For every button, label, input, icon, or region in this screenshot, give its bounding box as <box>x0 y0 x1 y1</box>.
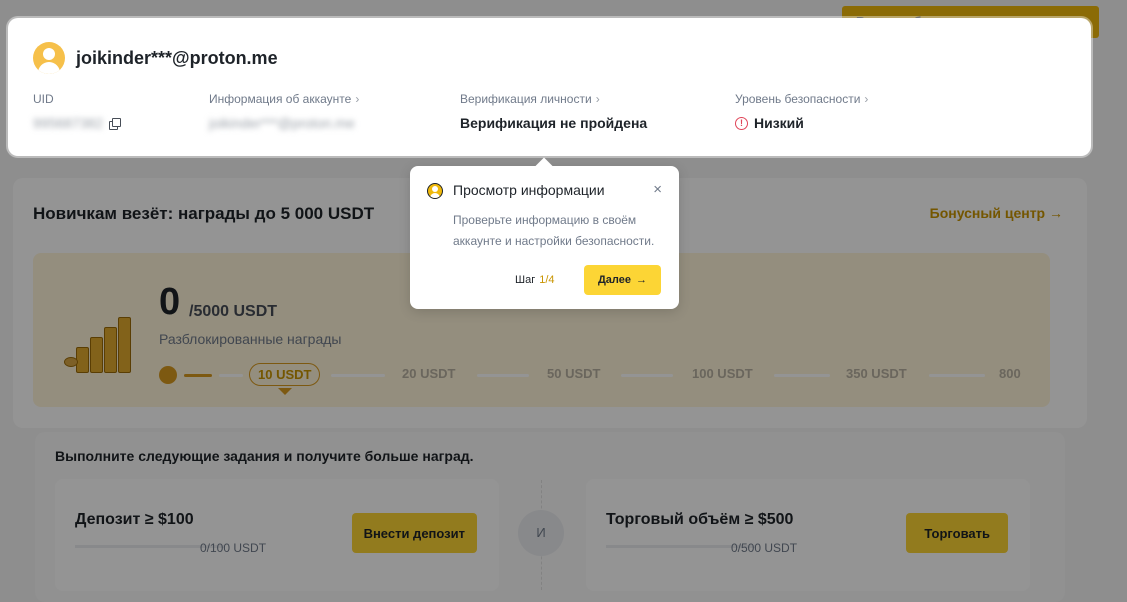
security-level-block[interactable]: Уровень безопасности › ! Низкий <box>735 92 868 131</box>
verification-status: Верификация не пройдена <box>460 115 648 131</box>
account-email: joikinder***@proton.me <box>76 48 278 68</box>
step-label: Шаг <box>515 274 536 286</box>
chevron-right-icon: › <box>355 92 360 106</box>
account-info-block[interactable]: Информация об аккаунте › joikinder***@pro… <box>209 92 359 131</box>
account-info-value: joikinder***@proton.me <box>209 115 355 131</box>
security-level-label: Уровень безопасности <box>735 92 861 106</box>
warning-icon: ! <box>735 116 748 130</box>
next-button[interactable]: Далее → <box>584 265 661 295</box>
copy-icon[interactable] <box>109 117 122 130</box>
account-card: joikinder***@proton.me UID 995687382 Инф… <box>8 18 1091 156</box>
chevron-right-icon: › <box>864 92 869 106</box>
chevron-right-icon: › <box>595 92 600 106</box>
arrow-right-icon: → <box>636 274 648 286</box>
verification-block[interactable]: Верификация личности › Верификация не про… <box>460 92 647 131</box>
uid-block: UID 995687382 <box>33 92 122 131</box>
next-button-label: Далее <box>597 274 632 286</box>
step-value: 1/4 <box>539 274 555 286</box>
user-info-icon <box>427 183 443 199</box>
verification-label: Верификация личности <box>460 92 592 106</box>
close-icon[interactable]: × <box>653 181 662 198</box>
popup-title: Просмотр информации <box>453 182 605 198</box>
account-info-label: Информация об аккаунте <box>209 92 352 106</box>
uid-value: 995687382 <box>33 115 104 131</box>
avatar[interactable] <box>33 42 65 74</box>
popup-description: Проверьте информацию в своём аккаунте и … <box>453 213 655 248</box>
tour-popup: Просмотр информации × Проверьте информац… <box>410 157 679 309</box>
security-level-value: Низкий <box>754 115 804 131</box>
uid-label: UID <box>33 92 54 106</box>
step-indicator: Шаг 1/4 <box>515 274 555 286</box>
